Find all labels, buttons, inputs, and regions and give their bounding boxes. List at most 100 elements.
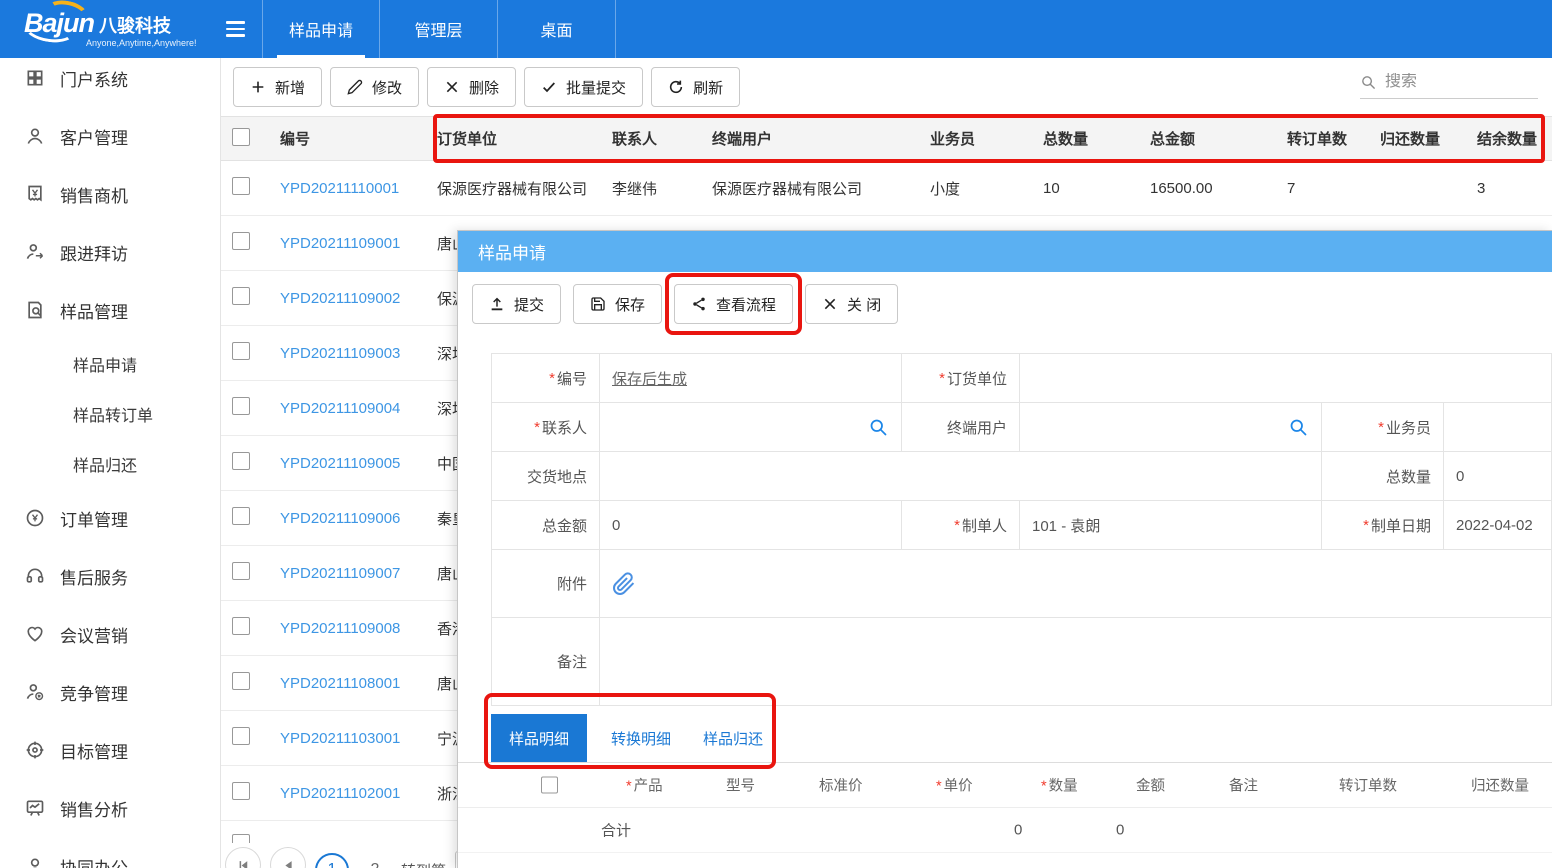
view-flow-button[interactable]: 查看流程	[674, 284, 793, 324]
row-checkbox[interactable]	[232, 177, 250, 195]
sidebar-item-meeting-marketing[interactable]: 会议营销	[0, 605, 220, 663]
button-label: 新增	[275, 77, 305, 98]
make-date-field[interactable]: 2022-04-02	[1444, 501, 1552, 550]
sidebar-item-opportunity[interactable]: 销售商机	[0, 165, 220, 223]
row-checkbox[interactable]	[232, 287, 250, 305]
button-label: 查看流程	[716, 294, 776, 315]
row-checkbox[interactable]	[232, 397, 250, 415]
row-checkbox[interactable]	[232, 782, 250, 800]
sample-id-link[interactable]: YPD20211110001	[269, 180, 426, 197]
brand-name-cn: 八骏科技	[99, 12, 171, 38]
sample-id-link[interactable]: YPD20211109002	[269, 290, 426, 307]
row-checkbox[interactable]	[232, 672, 250, 690]
tab-sample-return[interactable]: 样品归还	[687, 714, 779, 762]
prev-page-button[interactable]	[270, 847, 306, 868]
row-checkbox[interactable]	[232, 507, 250, 525]
detail-column-header: 产品	[626, 775, 663, 796]
column-header[interactable]: 业务员	[919, 128, 1031, 149]
tab-sample-request[interactable]: 样品申请	[262, 0, 380, 58]
column-header[interactable]: 终端用户	[701, 128, 919, 149]
select-all-checkbox[interactable]	[232, 128, 250, 146]
total-amount-label: 总金额	[492, 501, 600, 550]
sidebar-item-portal[interactable]: 门户系统	[0, 58, 220, 107]
sidebar-item-follow-up[interactable]: 跟进拜访	[0, 223, 220, 281]
paperclip-icon[interactable]	[612, 572, 636, 596]
button-label: 批量提交	[566, 77, 626, 98]
column-header[interactable]: 联系人	[601, 128, 701, 149]
row-checkbox[interactable]	[232, 452, 250, 470]
end-user-lookup-icon[interactable]	[1288, 417, 1309, 438]
contact-lookup-icon[interactable]	[868, 417, 889, 438]
row-checkbox[interactable]	[232, 727, 250, 745]
sample-id-link[interactable]: YPD20211102001	[269, 785, 426, 802]
sample-id-link[interactable]: YPD20211108001	[269, 675, 426, 692]
total-qty-label: 总数量	[1322, 452, 1444, 501]
sidebar-item-collaboration[interactable]: 协同办公	[0, 837, 220, 868]
code-field: 保存后生成	[600, 354, 902, 403]
detail-total-row: 合计 0 0	[458, 808, 1552, 853]
sample-id-link[interactable]: YPD20211109001	[269, 235, 426, 252]
row-checkbox[interactable]	[232, 562, 250, 580]
remark-field[interactable]	[600, 618, 1552, 706]
sidebar-item-sales-analysis[interactable]: 销售分析	[0, 779, 220, 837]
salesman-field[interactable]	[1444, 403, 1552, 452]
maker-field: 101 - 袁朗	[1020, 501, 1322, 550]
search-input[interactable]	[1385, 73, 1525, 91]
sidebar-item-sample-return[interactable]: 样品归还	[0, 439, 220, 489]
sidebar-item-sample-to-order[interactable]: 样品转订单	[0, 389, 220, 439]
submit-button[interactable]: 提交	[472, 284, 561, 324]
column-header[interactable]: 转订单数	[1276, 128, 1370, 149]
edit-button[interactable]: 修改	[330, 67, 419, 107]
person-icon	[25, 856, 45, 868]
page-2-button[interactable]: 2	[358, 853, 392, 868]
column-header[interactable]: 总数量	[1031, 128, 1139, 149]
sidebar-item-order[interactable]: 订单管理	[0, 489, 220, 547]
column-header[interactable]: 结余数量	[1467, 128, 1552, 149]
sidebar-item-label: 售后服务	[60, 564, 128, 589]
order-unit-field[interactable]	[1020, 354, 1552, 403]
delete-button[interactable]: 删除	[427, 67, 516, 107]
sidebar-item-competition[interactable]: 竞争管理	[0, 663, 220, 721]
save-button[interactable]: 保存	[573, 284, 662, 324]
tab-conversion-detail[interactable]: 转换明细	[595, 714, 687, 762]
salesman-label: 业务员	[1322, 403, 1444, 452]
delivery-place-field[interactable]	[600, 452, 1322, 501]
sidebar-item-sample-request[interactable]: 样品申请	[0, 339, 220, 389]
sample-id-link[interactable]: YPD20211109008	[269, 620, 426, 637]
refresh-button[interactable]: 刷新	[651, 67, 740, 107]
contact-field[interactable]	[600, 403, 902, 452]
sample-id-link[interactable]: YPD20211109005	[269, 455, 426, 472]
row-checkbox[interactable]	[232, 232, 250, 250]
tab-sample-detail[interactable]: 样品明细	[491, 714, 587, 762]
add-button[interactable]: 新增	[233, 67, 322, 107]
column-header[interactable]: 订货单位	[426, 128, 601, 149]
sidebar-item-target[interactable]: 目标管理	[0, 721, 220, 779]
sample-request-modal: 样品申请 提交 保存 查看流程 关 闭 编号 保存后生成 订货单位 联系人 终端…	[457, 230, 1552, 868]
batch-submit-button[interactable]: 批量提交	[524, 67, 643, 107]
code-generated-link[interactable]: 保存后生成	[612, 368, 687, 389]
modal-title-bar: 样品申请	[458, 231, 1552, 272]
column-header[interactable]: 总金额	[1139, 128, 1276, 149]
share-icon	[691, 296, 707, 312]
close-button[interactable]: 关 闭	[805, 284, 898, 324]
sample-id-link[interactable]: YPD20211109004	[269, 400, 426, 417]
tab-desktop[interactable]: 桌面	[498, 0, 616, 58]
sample-id-link[interactable]: YPD20211109006	[269, 510, 426, 527]
row-checkbox[interactable]	[232, 342, 250, 360]
tab-management[interactable]: 管理层	[380, 0, 498, 58]
sample-id-link[interactable]: YPD20211103001	[269, 730, 426, 747]
x-icon	[822, 296, 838, 312]
hamburger-menu-icon[interactable]	[212, 0, 258, 58]
sidebar-item-after-sales[interactable]: 售后服务	[0, 547, 220, 605]
column-header[interactable]: 编号	[269, 128, 426, 149]
sidebar-item-customer[interactable]: 客户管理	[0, 107, 220, 165]
row-checkbox[interactable]	[232, 617, 250, 635]
sample-id-link[interactable]: YPD20211109003	[269, 345, 426, 362]
detail-select-all-checkbox[interactable]	[541, 777, 558, 794]
page-1-button[interactable]: 1	[315, 853, 349, 868]
first-page-button[interactable]	[225, 847, 261, 868]
column-header[interactable]: 归还数量	[1370, 128, 1467, 149]
end-user-field[interactable]	[1020, 403, 1322, 452]
sample-id-link[interactable]: YPD20211109007	[269, 565, 426, 582]
sidebar-item-sample-management[interactable]: 样品管理	[0, 281, 220, 339]
